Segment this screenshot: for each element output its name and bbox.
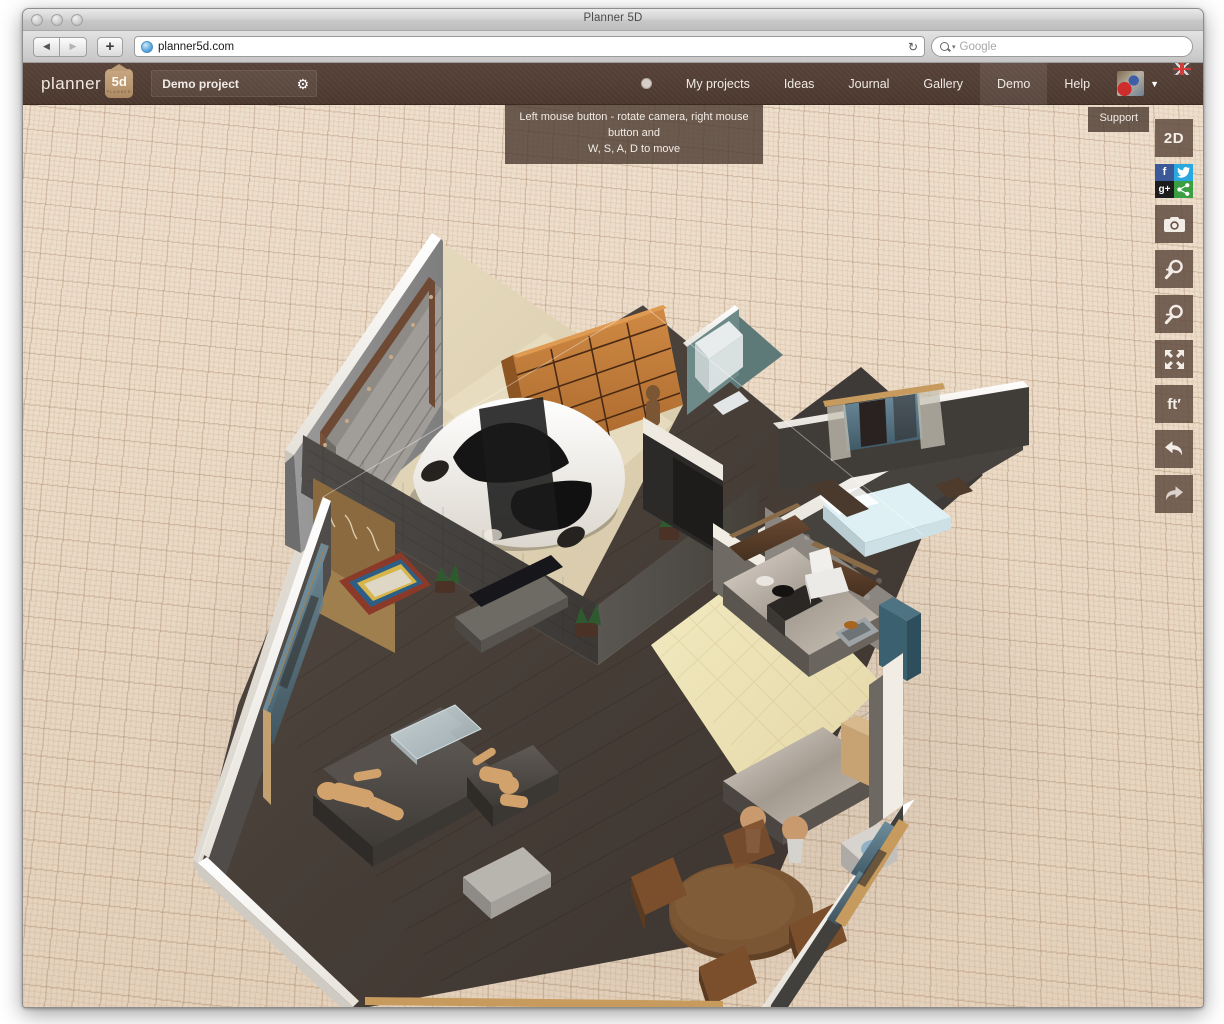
forward-button-icon[interactable]: ▶ <box>60 37 87 57</box>
back-button-icon[interactable]: ◀ <box>33 37 60 57</box>
zoom-out-icon <box>1164 304 1185 325</box>
nav-item-ideas[interactable]: Ideas <box>767 63 832 105</box>
globe-icon <box>141 41 153 53</box>
project-name-label: Demo project <box>162 77 239 91</box>
new-tab-button[interactable]: + <box>97 37 123 57</box>
expand-arrows-icon <box>1164 349 1185 370</box>
search-icon <box>940 42 949 51</box>
nav-item-gallery[interactable]: Gallery <box>906 63 980 105</box>
nav-item-help[interactable]: Help <box>1047 63 1107 105</box>
gear-icon[interactable]: ⚙ <box>297 77 310 91</box>
share-icon[interactable] <box>1174 181 1193 198</box>
house-model[interactable] <box>23 105 1203 1007</box>
redo-button[interactable] <box>1155 475 1193 513</box>
fullscreen-button[interactable] <box>1155 340 1193 378</box>
camera-icon <box>1164 216 1185 233</box>
viewport-toolbar: 2D f g+ <box>1155 119 1193 513</box>
nav-status-dot[interactable] <box>624 63 669 105</box>
logo-wordmark: planner <box>41 74 101 94</box>
os-window: Planner 5D ◀ ▶ + planner5d.com ↻ ▾ Googl… <box>22 8 1204 1008</box>
share-nodes-glyph <box>1177 183 1190 196</box>
3d-viewport[interactable]: Left mouse button - rotate camera, right… <box>23 105 1203 1007</box>
window-title: Planner 5D <box>23 12 1203 24</box>
avatar[interactable] <box>1117 71 1144 96</box>
reload-icon[interactable]: ↻ <box>908 40 918 54</box>
undo-button[interactable] <box>1155 430 1193 468</box>
nav-item-my-projects[interactable]: My projects <box>669 63 767 105</box>
window-titlebar: Planner 5D <box>23 9 1203 31</box>
support-tooltip[interactable]: Support <box>1088 107 1149 132</box>
logo-badge-subtext: PLANNER <box>107 90 132 94</box>
undo-arrow-icon <box>1163 439 1185 459</box>
logo-badge-number: 5d <box>112 75 127 88</box>
search-field[interactable]: ▾ Google <box>931 36 1193 57</box>
bowl <box>756 576 774 586</box>
nav-item-demo[interactable]: Demo <box>980 63 1047 105</box>
twitter-icon[interactable] <box>1174 164 1193 181</box>
chevron-down-icon[interactable]: ▼ <box>1150 79 1159 89</box>
social-share-group[interactable]: f g+ <box>1155 164 1193 198</box>
screenshot-button[interactable] <box>1155 205 1193 243</box>
zoom-in-button[interactable] <box>1155 250 1193 288</box>
navigation-buttons: ◀ ▶ <box>33 37 87 57</box>
zoom-out-button[interactable] <box>1155 295 1193 333</box>
chevron-down-icon[interactable]: ▾ <box>952 43 956 51</box>
web-page: planner 5d PLANNER Demo project ⚙ My pro… <box>23 63 1203 1007</box>
fruit-bowl <box>844 621 858 629</box>
logo-house-badge-icon: 5d PLANNER <box>105 69 133 98</box>
hint-line-2: W, S, A, D to move <box>515 142 753 158</box>
mannequin-standing <box>646 385 660 426</box>
camera-controls-tooltip: Left mouse button - rotate camera, right… <box>505 105 763 164</box>
twitter-bird-glyph <box>1177 167 1190 178</box>
planner5d-logo[interactable]: planner 5d PLANNER <box>41 69 133 98</box>
house-model-svg <box>23 105 1203 1007</box>
dot-icon <box>641 78 652 89</box>
units-toggle[interactable]: ft′ <box>1155 385 1193 423</box>
zoom-in-icon <box>1164 259 1185 280</box>
address-bar[interactable]: planner5d.com ↻ <box>134 36 925 57</box>
project-name-field[interactable]: Demo project ⚙ <box>151 70 317 97</box>
redo-arrow-icon <box>1163 484 1185 504</box>
facebook-icon[interactable]: f <box>1155 164 1174 181</box>
browser-toolbar: ◀ ▶ + planner5d.com ↻ ▾ Google <box>23 31 1203 63</box>
hint-line-1: Left mouse button - rotate camera, right… <box>515 110 753 142</box>
main-navigation: My projects Ideas Journal Gallery Demo H… <box>624 63 1203 105</box>
app-header: planner 5d PLANNER Demo project ⚙ My pro… <box>23 63 1203 105</box>
search-placeholder: Google <box>960 41 997 53</box>
google-plus-icon[interactable]: g+ <box>1155 181 1174 198</box>
url-text: planner5d.com <box>158 41 234 53</box>
nav-item-journal[interactable]: Journal <box>831 63 906 105</box>
language-flag-icon[interactable] <box>1173 63 1191 75</box>
user-menu[interactable]: ▼ <box>1107 63 1167 105</box>
view-mode-toggle[interactable]: 2D <box>1155 119 1193 157</box>
